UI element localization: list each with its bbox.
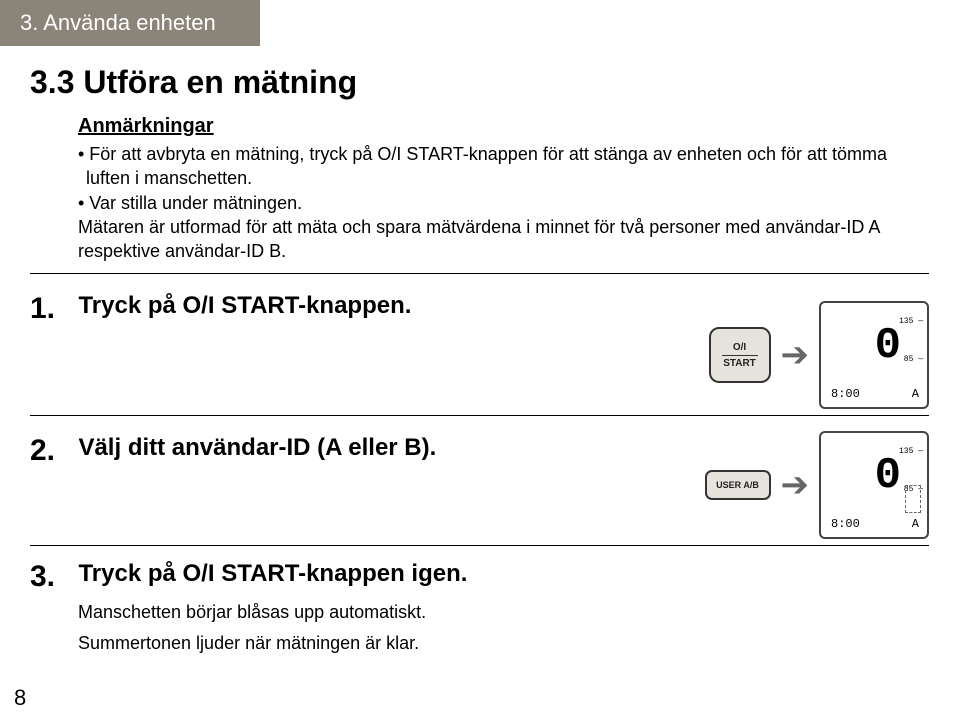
step-1-illustration: O/I START ➔ 0 135 — 85 — 8:00 A xyxy=(709,301,930,409)
chapter-header: 3. Använda enheten xyxy=(0,0,260,46)
step-1: 1. Tryck på O/I START-knappen. O/I START… xyxy=(30,284,929,416)
divider xyxy=(30,273,929,274)
note-2: • Var stilla under mätningen. xyxy=(78,191,929,215)
step-3-sub1: Manschetten börjar blåsas upp automatisk… xyxy=(78,600,929,624)
note-1: • För att avbryta en mätning, tryck på O… xyxy=(78,142,929,191)
user-ab-button-icon: USER A/B xyxy=(705,470,771,500)
user-ab-label: USER A/B xyxy=(716,480,759,490)
notes-heading: Anmärkningar xyxy=(78,115,929,138)
step-2-number: 2. xyxy=(30,434,74,468)
lcd-value: 0 xyxy=(875,451,899,501)
page-number: 8 xyxy=(14,685,26,711)
lcd-display-1: 0 135 — 85 — 8:00 A xyxy=(819,301,929,409)
oi-start-button-icon: O/I START xyxy=(709,327,771,383)
step-2: 2. Välj ditt användar-ID (A eller B). US… xyxy=(30,426,929,546)
step-3-text: Tryck på O/I START-knappen igen. xyxy=(78,560,467,588)
step-3-number: 3. xyxy=(30,560,74,594)
section-title: 3.3 Utföra en mätning xyxy=(30,64,929,101)
chapter-title: 3. Använda enheten xyxy=(20,10,216,35)
oi-label-2: START xyxy=(723,358,756,369)
lcd-time: 8:00 xyxy=(831,387,860,401)
step-3: 3. Tryck på O/I START-knappen igen. Mans… xyxy=(30,560,929,655)
lcd-mark-85: 85 — xyxy=(904,355,923,364)
lcd-mark-135: 135 — xyxy=(899,447,923,456)
arrow-right-icon: ➔ xyxy=(781,465,810,505)
ab-selection-box-icon xyxy=(905,485,921,513)
step-3-sub2: Summertonen ljuder när mätningen är klar… xyxy=(78,631,929,655)
lcd-user: A xyxy=(912,387,919,401)
lcd-user: A xyxy=(912,517,919,531)
note-2b: Mätaren är utformad för att mäta och spa… xyxy=(78,215,929,264)
step-1-text: Tryck på O/I START-knappen. xyxy=(78,292,411,320)
step-2-illustration: USER A/B ➔ 0 135 — 85 — 8:00 A xyxy=(705,431,930,539)
oi-label-1: O/I xyxy=(733,342,746,353)
arrow-right-icon: ➔ xyxy=(781,335,810,375)
step-1-number: 1. xyxy=(30,292,74,326)
lcd-mark-135: 135 — xyxy=(899,317,923,326)
lcd-time: 8:00 xyxy=(831,517,860,531)
step-2-text: Välj ditt användar-ID (A eller B). xyxy=(78,434,436,462)
page-content: 3.3 Utföra en mätning Anmärkningar • För… xyxy=(0,46,959,655)
lcd-display-2: 0 135 — 85 — 8:00 A xyxy=(819,431,929,539)
lcd-value: 0 xyxy=(875,321,899,371)
oi-divider xyxy=(722,355,758,356)
